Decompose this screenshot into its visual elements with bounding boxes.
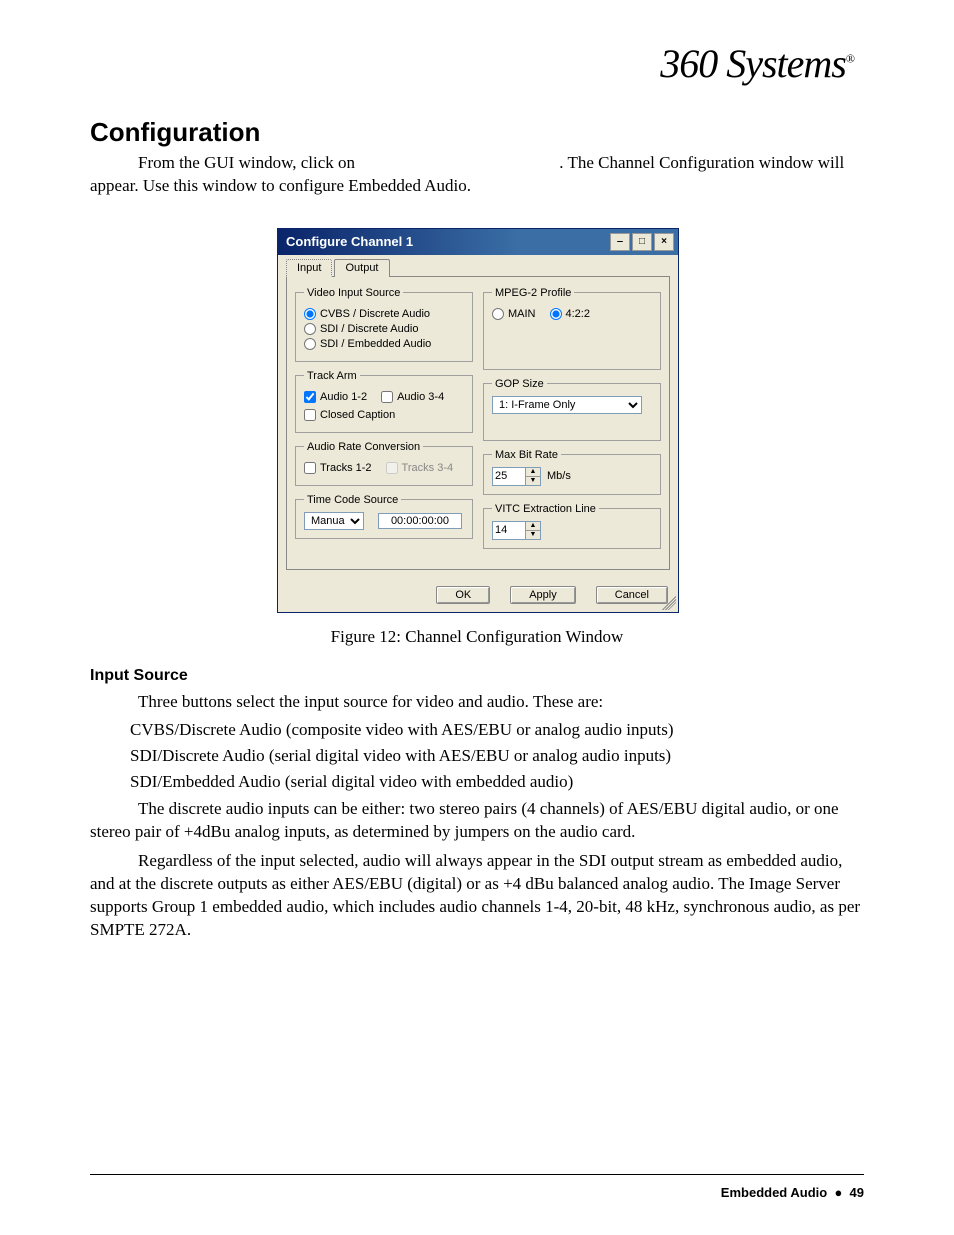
- radio-label: MAIN: [508, 308, 536, 320]
- group-legend: Time Code Source: [304, 494, 401, 506]
- option-sdi-embedded: SDI/Embedded Audio (serial digital video…: [130, 772, 864, 792]
- check-closed-caption[interactable]: [304, 409, 316, 421]
- option-sdi-discrete: SDI/Discrete Audio (serial digital video…: [130, 746, 864, 766]
- vitc-up[interactable]: ▲: [526, 522, 540, 531]
- close-button[interactable]: ×: [654, 233, 674, 251]
- gop-size-group: GOP Size 1: I-Frame Only: [483, 378, 661, 441]
- brand-logo: 360 Systems®: [90, 40, 864, 87]
- logo-text: 360 Systems: [660, 41, 846, 86]
- check-label: Audio 3-4: [397, 391, 444, 403]
- group-legend: GOP Size: [492, 378, 547, 390]
- intro-paragraph: From the GUI window, click on . The Chan…: [90, 152, 864, 198]
- radio-cvbs-discrete[interactable]: [304, 308, 316, 320]
- check-label: Tracks 3-4: [402, 462, 454, 474]
- time-code-source-group: Time Code Source Manual: [295, 494, 473, 539]
- dialog-titlebar[interactable]: Configure Channel 1 ‒ □ ×: [278, 229, 678, 255]
- group-legend: Track Arm: [304, 370, 360, 382]
- max-bit-rate-group: Max Bit Rate ▲ ▼ Mb/: [483, 449, 661, 495]
- vitc-input[interactable]: [492, 521, 526, 540]
- check-audio-3-4[interactable]: [381, 391, 393, 403]
- radio-main[interactable]: [492, 308, 504, 320]
- configure-channel-dialog: Configure Channel 1 ‒ □ × Input Output: [277, 228, 679, 613]
- page-title: Configuration: [90, 117, 864, 148]
- apply-button[interactable]: Apply: [510, 586, 576, 604]
- tab-content: Video Input Source CVBS / Discrete Audio…: [286, 276, 670, 570]
- intro-part1: From the GUI window, click on: [138, 153, 355, 172]
- radio-label: SDI / Discrete Audio: [320, 323, 418, 335]
- check-audio-1-2[interactable]: [304, 391, 316, 403]
- ok-button[interactable]: OK: [436, 586, 490, 604]
- minimize-button[interactable]: ‒: [610, 233, 630, 251]
- tab-input[interactable]: Input: [286, 259, 332, 277]
- track-arm-group: Track Arm Audio 1-2 Audio 3-4: [295, 370, 473, 433]
- radio-422[interactable]: [550, 308, 562, 320]
- input-source-heading: Input Source: [90, 667, 864, 685]
- audio-rate-conversion-group: Audio Rate Conversion Tracks 1-2 Tracks …: [295, 441, 473, 486]
- footer-section: Embedded Audio: [721, 1185, 827, 1200]
- bitrate-up[interactable]: ▲: [526, 468, 540, 477]
- check-tracks-3-4: [386, 462, 398, 474]
- vitc-group: VITC Extraction Line ▲ ▼: [483, 503, 661, 549]
- video-input-source-group: Video Input Source CVBS / Discrete Audio…: [295, 287, 473, 362]
- figure-caption: Figure 12: Channel Configuration Window: [90, 627, 864, 647]
- dialog-title: Configure Channel 1: [286, 234, 413, 249]
- group-legend: Audio Rate Conversion: [304, 441, 423, 453]
- radio-sdi-embedded[interactable]: [304, 338, 316, 350]
- footer-bullet-icon: ●: [834, 1185, 842, 1200]
- check-label: Tracks 1-2: [320, 462, 372, 474]
- gop-size-select[interactable]: 1: I-Frame Only: [492, 396, 642, 414]
- time-code-mode-select[interactable]: Manual: [304, 512, 364, 530]
- resize-grip-icon[interactable]: [662, 596, 676, 610]
- bitrate-input[interactable]: [492, 467, 526, 486]
- check-label: Closed Caption: [320, 409, 395, 421]
- maximize-button[interactable]: □: [632, 233, 652, 251]
- group-legend: Max Bit Rate: [492, 449, 561, 461]
- footer-page-number: 49: [850, 1185, 864, 1200]
- page-footer: Embedded Audio ● 49: [721, 1185, 864, 1200]
- vitc-down[interactable]: ▼: [526, 531, 540, 539]
- input-source-intro: Three buttons select the input source fo…: [90, 691, 864, 714]
- registered-mark: ®: [846, 52, 854, 66]
- radio-sdi-discrete[interactable]: [304, 323, 316, 335]
- cancel-button[interactable]: Cancel: [596, 586, 668, 604]
- radio-label: CVBS / Discrete Audio: [320, 308, 430, 320]
- bitrate-unit: Mb/s: [547, 470, 571, 482]
- time-code-value[interactable]: [378, 513, 462, 529]
- check-tracks-1-2[interactable]: [304, 462, 316, 474]
- group-legend: MPEG-2 Profile: [492, 287, 574, 299]
- group-legend: VITC Extraction Line: [492, 503, 599, 515]
- option-cvbs: CVBS/Discrete Audio (composite video wit…: [130, 720, 864, 740]
- check-label: Audio 1-2: [320, 391, 367, 403]
- group-legend: Video Input Source: [304, 287, 403, 299]
- sdi-output-paragraph: Regardless of the input selected, audio …: [90, 850, 864, 942]
- radio-label: SDI / Embedded Audio: [320, 338, 431, 350]
- bitrate-down[interactable]: ▼: [526, 477, 540, 485]
- mpeg2-profile-group: MPEG-2 Profile MAIN 4:2:2: [483, 287, 661, 370]
- radio-label: 4:2:2: [566, 308, 590, 320]
- discrete-audio-paragraph: The discrete audio inputs can be either:…: [90, 798, 864, 844]
- footer-rule: [90, 1174, 864, 1175]
- tab-output[interactable]: Output: [334, 259, 389, 277]
